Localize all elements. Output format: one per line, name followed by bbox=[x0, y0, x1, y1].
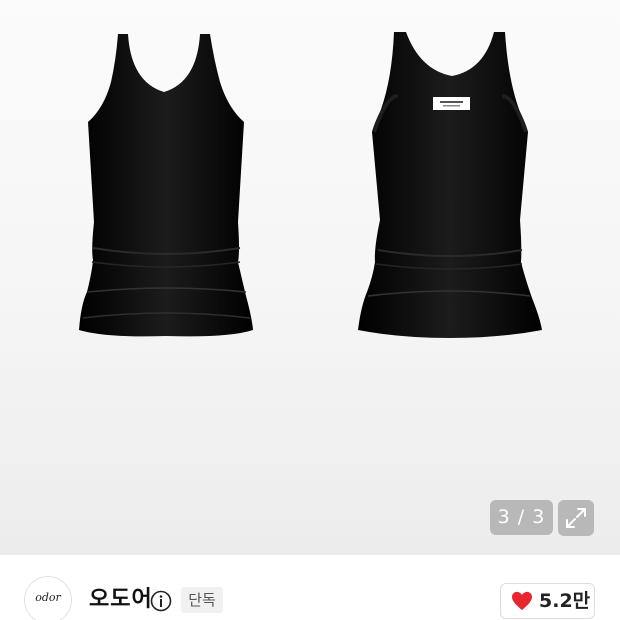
heart-icon bbox=[512, 591, 532, 611]
expand-arrows-icon bbox=[566, 508, 586, 528]
info-icon[interactable] bbox=[150, 590, 172, 612]
tank-top-front bbox=[79, 34, 253, 337]
exclusive-badge: 단독 bbox=[181, 587, 223, 613]
expand-image-button[interactable] bbox=[558, 500, 594, 536]
brand-bar: odor 오도어 단독 5.2만 bbox=[0, 555, 620, 620]
like-count: 5.2만 bbox=[539, 590, 591, 612]
like-button[interactable]: 5.2만 bbox=[500, 583, 595, 619]
product-detail-screen: 3 / 3 odor 오도어 단독 5.2만 bbox=[0, 0, 620, 620]
brand-name[interactable]: 오도어 bbox=[89, 587, 153, 613]
tank-top-back bbox=[358, 32, 542, 338]
brand-logo-text: odor bbox=[35, 591, 61, 604]
image-counter-badge: 3 / 3 bbox=[490, 500, 553, 535]
tank-top-photo bbox=[79, 32, 542, 338]
garment-label bbox=[433, 97, 470, 110]
brand-logo[interactable]: odor bbox=[24, 576, 72, 620]
product-image-gallery[interactable]: 3 / 3 bbox=[0, 0, 620, 555]
